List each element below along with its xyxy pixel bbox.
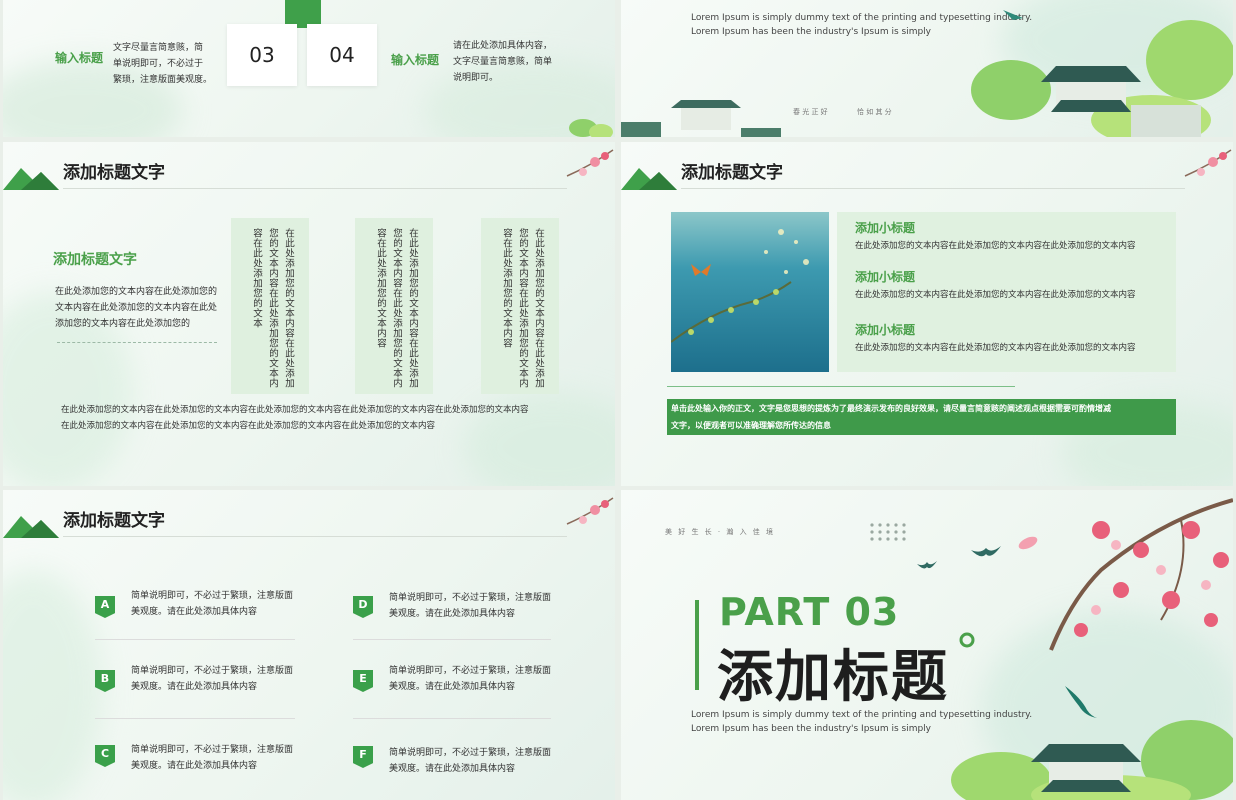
ring-icon xyxy=(959,632,975,648)
letter-badge-f: F xyxy=(353,746,373,768)
item-text: 在此处添加您的文本内容在此处添加您的文本内容在此处添加您的文本内容 xyxy=(855,290,1136,300)
blossom-corner-icon xyxy=(1184,149,1232,177)
swallow-bird-icon xyxy=(917,561,937,569)
vertical-text-column: 在此处添加您的文本内容在此处添加 您的文本内容在此处添加您的文本内 容在此处添加… xyxy=(481,218,559,394)
item-separator xyxy=(95,639,295,640)
blossom-corner-icon xyxy=(566,497,614,525)
petal-decoration xyxy=(1018,536,1038,550)
slide-1[interactable]: 输入标题 文字尽量言简意赅，简 单说明即可，不必过于 繁琐，注意版面美观度。 0… xyxy=(3,0,615,137)
bottom-paragraph: 在此处添加您的文本内容在此处添加您的文本内容在此处添加您的文本内容在此处添加您的… xyxy=(61,405,529,431)
item-separator xyxy=(95,718,295,719)
thin-divider xyxy=(667,386,1015,387)
list-item-text: 简单说明即可，不必过于繁琐，注意版面 美观度。请在此处添加具体内容 xyxy=(131,666,294,692)
motto-right: 恰 如 其 分 xyxy=(857,108,892,116)
mountain-icon xyxy=(3,516,59,538)
item-separator xyxy=(353,718,551,719)
item-heading: 添加小标题 xyxy=(855,270,916,284)
left-heading: 输入标题 xyxy=(55,51,104,65)
dotted-divider xyxy=(57,342,217,343)
letter-badge-e: E xyxy=(353,670,373,692)
sub-heading: 添加标题文字 xyxy=(53,252,137,268)
slide-header: 添加标题文字 xyxy=(621,156,1233,192)
watercolor-wash xyxy=(3,570,103,800)
pavilion-trees-illustration xyxy=(951,720,1233,800)
leaf-decoration xyxy=(569,119,613,137)
left-text: 文字尽量言简意赅，简 单说明即可，不必过于 繁琐，注意版面美观度。 xyxy=(113,43,213,85)
list-item-text: 简单说明即可，不必过于繁琐，注意版面 美观度。请在此处添加具体内容 xyxy=(131,591,294,617)
header-divider xyxy=(63,188,567,189)
pavilion-trees-illustration xyxy=(971,10,1233,137)
slide-title: 添加标题文字 xyxy=(63,163,165,183)
item-separator xyxy=(353,639,551,640)
number-box-03: 03 xyxy=(227,24,297,86)
slide-title: 添加标题文字 xyxy=(63,511,165,531)
blossom-corner-icon xyxy=(566,149,614,177)
pavilion-illustration xyxy=(621,100,781,137)
list-item-text: 简单说明即可，不必过于繁琐，注意版面 美观度。请在此处添加具体内容 xyxy=(389,748,552,774)
letter-badge-d: D xyxy=(353,596,373,618)
right-heading: 输入标题 xyxy=(391,53,440,67)
slide-5[interactable]: 添加标题文字 A 简单说明即可，不必过于繁琐，注意版面 美观度。请在此处添加具体… xyxy=(3,490,615,800)
slide-4[interactable]: 添加标题文字 添加小标题 在此处添加您的文本内容在此处添加您的文本内容在此处添加… xyxy=(621,142,1233,486)
right-text: 请在此处添加具体内容， 文字尽量言简意赅，简单 说明即可。 xyxy=(453,41,553,83)
vertical-text-column: 在此处添加您的文本内容在此处添加 您的文本内容在此处添加您的文本内 容在此处添加… xyxy=(355,218,433,394)
text-banner: 单击此处输入你的正文，文字是您思想的提炼为了最终演示发布的良好效果，请尽量言简意… xyxy=(667,399,1176,435)
list-item-text: 简单说明即可，不必过于繁琐，注意版面 美观度。请在此处添加具体内容 xyxy=(389,593,552,619)
letter-badge-a: A xyxy=(95,596,115,618)
item-text: 在此处添加您的文本内容在此处添加您的文本内容在此处添加您的文本内容 xyxy=(855,241,1136,251)
list-item-text: 简单说明即可，不必过于繁琐，注意版面 美观度。请在此处添加具体内容 xyxy=(131,745,294,771)
mountain-icon xyxy=(621,168,677,190)
number-box-04: 04 xyxy=(307,24,377,86)
slide-title: 添加标题文字 xyxy=(681,163,783,183)
letter-badge-c: C xyxy=(95,745,115,767)
tagline: 美 好 生 长 · 瀚 入 佳 境 xyxy=(665,528,776,536)
accent-bar xyxy=(695,600,699,690)
item-heading: 添加小标题 xyxy=(855,221,916,235)
blossom-branch-illustration xyxy=(1049,498,1233,651)
item-heading: 添加小标题 xyxy=(855,323,916,337)
section-title: 添加标题 xyxy=(717,644,949,710)
swallow-bird-icon xyxy=(971,546,1001,557)
left-paragraph: 在此处添加您的文本内容在此处添加您的 文本内容在此处添加您的文本内容在此处 添加… xyxy=(55,287,218,329)
mountain-icon xyxy=(3,168,59,190)
slide-3[interactable]: 添加标题文字 添加标题文字 在此处添加您的文本内容在此处添加您的 文本内容在此处… xyxy=(3,142,615,486)
butterfly-water-photo xyxy=(671,212,829,372)
slide-6[interactable]: 美 好 生 长 · 瀚 入 佳 境 PART 03 添加标题 Lorem Ips… xyxy=(621,490,1233,800)
slide-header: 添加标题文字 xyxy=(3,156,615,192)
header-divider xyxy=(63,536,567,537)
header-divider xyxy=(681,188,1185,189)
slide-2[interactable]: Lorem Ipsum is simply dummy text of the … xyxy=(621,0,1233,137)
subtitle-box: 添加小标题 在此处添加您的文本内容在此处添加您的文本内容在此处添加您的文本内容 … xyxy=(837,212,1176,372)
part-label: PART 03 xyxy=(719,590,900,634)
dot-grid-decoration xyxy=(870,523,906,541)
item-text: 在此处添加您的文本内容在此处添加您的文本内容在此处添加您的文本内容 xyxy=(855,343,1136,353)
slide-header: 添加标题文字 xyxy=(3,504,615,540)
vertical-text-column: 在此处添加您的文本内容在此处添加 您的文本内容在此处添加您的文本内 容在此处添加… xyxy=(231,218,309,394)
list-item-text: 简单说明即可，不必过于繁琐，注意版面 美观度。请在此处添加具体内容 xyxy=(389,666,552,692)
motto-left: 春 光 正 好 xyxy=(793,108,828,116)
